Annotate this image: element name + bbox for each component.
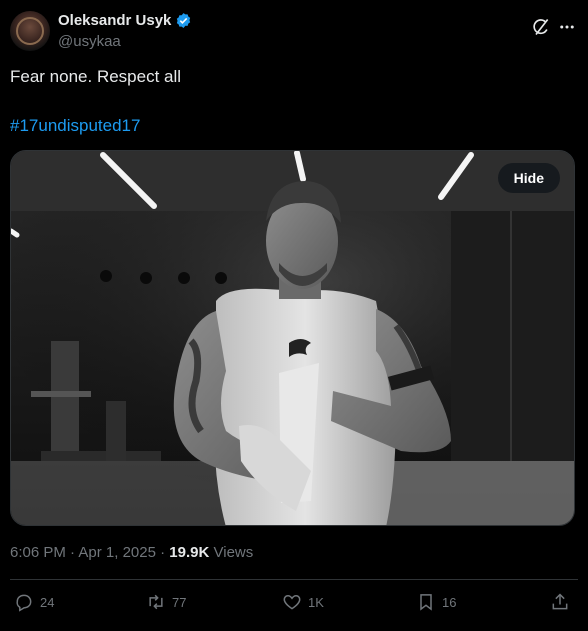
- tweet-text: Fear none. Respect all: [10, 67, 182, 86]
- hashtag-link[interactable]: #17undisputed17: [10, 116, 140, 136]
- verified-badge-icon: [177, 13, 191, 28]
- tweet-meta: 6:06 PM · Apr 1, 2025 · 19.9K Views: [10, 544, 253, 561]
- action-bar: 24 77 1K 16: [10, 584, 578, 624]
- bookmark-icon: [420, 594, 432, 611]
- share-button[interactable]: [550, 592, 570, 612]
- name-row: Oleksandr Usyk: [58, 12, 192, 29]
- tweet-time[interactable]: 6:06 PM: [10, 544, 66, 561]
- avatar[interactable]: [10, 11, 50, 51]
- hide-media-button[interactable]: Hide: [497, 163, 560, 193]
- like-count: 1K: [308, 594, 324, 610]
- bookmark-button[interactable]: 16: [416, 592, 456, 612]
- heart-icon: [283, 594, 301, 610]
- reply-button[interactable]: 24: [14, 592, 54, 612]
- meta-separator-2: ·: [160, 544, 166, 561]
- views-label: Views: [213, 544, 254, 561]
- avatar-ring: [16, 17, 44, 45]
- share-icon: [552, 593, 568, 610]
- bookmark-count: 16: [442, 594, 457, 610]
- meta-separator: ·: [70, 544, 76, 561]
- repost-icon: [149, 594, 163, 610]
- tweet-date[interactable]: Apr 1, 2025: [78, 544, 156, 561]
- reply-icon: [16, 594, 32, 612]
- author-display-name[interactable]: Oleksandr Usyk: [58, 12, 171, 29]
- reply-count: 24: [40, 594, 55, 610]
- author-handle[interactable]: @usykaa: [58, 33, 121, 50]
- repost-count: 77: [172, 594, 187, 610]
- tweet-header: Oleksandr Usyk @usykaa: [10, 10, 578, 54]
- divider: [10, 579, 578, 580]
- more-options-icon[interactable]: [556, 16, 578, 38]
- views-count: 19.9K: [169, 544, 210, 561]
- grok-icon[interactable]: [530, 16, 552, 38]
- tweet-media-photo[interactable]: Hide: [10, 150, 575, 526]
- repost-button[interactable]: 77: [146, 592, 186, 612]
- photo-illustration: [11, 151, 574, 525]
- like-button[interactable]: 1K: [282, 592, 324, 612]
